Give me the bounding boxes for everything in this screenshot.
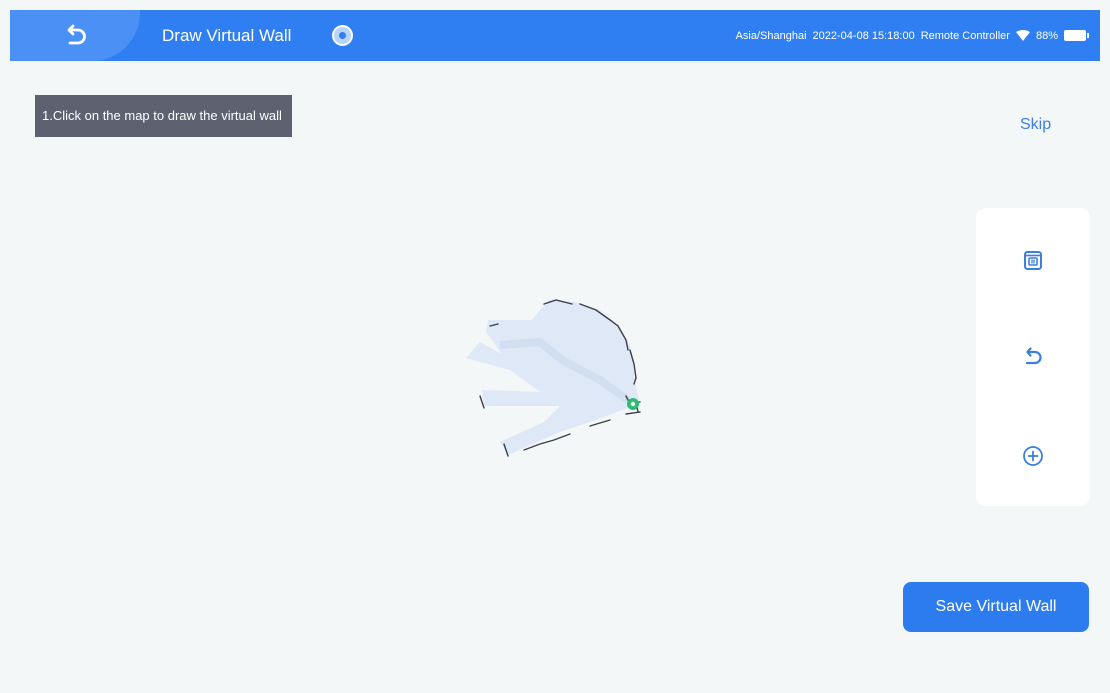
battery-icon [1064,30,1089,41]
status-bar: Asia/Shanghai 2022-04-08 15:18:00 Remote… [735,10,1089,61]
datetime-label: 2022-04-08 15:18:00 [812,29,915,42]
add-circle-icon [1023,446,1043,466]
app-window: Draw Virtual Wall Asia/Shanghai 2022-04-… [0,0,1110,693]
back-button[interactable] [10,10,140,61]
timezone-label: Asia/Shanghai [735,29,807,42]
map-canvas[interactable] [440,270,700,490]
add-button[interactable] [976,426,1090,486]
battery-percent: 88% [1035,29,1058,42]
undo-button[interactable] [976,327,1090,387]
info-icon[interactable] [332,25,353,46]
wifi-icon [1015,30,1030,41]
skip-button[interactable]: Skip [1020,116,1051,134]
robot-position-icon [627,398,639,410]
trash-icon [1024,251,1042,270]
page-title: Draw Virtual Wall [162,26,292,45]
delete-button[interactable] [976,230,1090,290]
map-toolbar [976,208,1090,506]
mode-label: Remote Controller [920,29,1010,42]
instruction-hint: 1.Click on the map to draw the virtual w… [35,95,292,137]
back-arrow-icon [67,24,86,44]
undo-icon [1025,347,1042,365]
header-bar: Draw Virtual Wall Asia/Shanghai 2022-04-… [10,10,1100,61]
save-virtual-wall-button[interactable]: Save Virtual Wall [903,582,1089,632]
